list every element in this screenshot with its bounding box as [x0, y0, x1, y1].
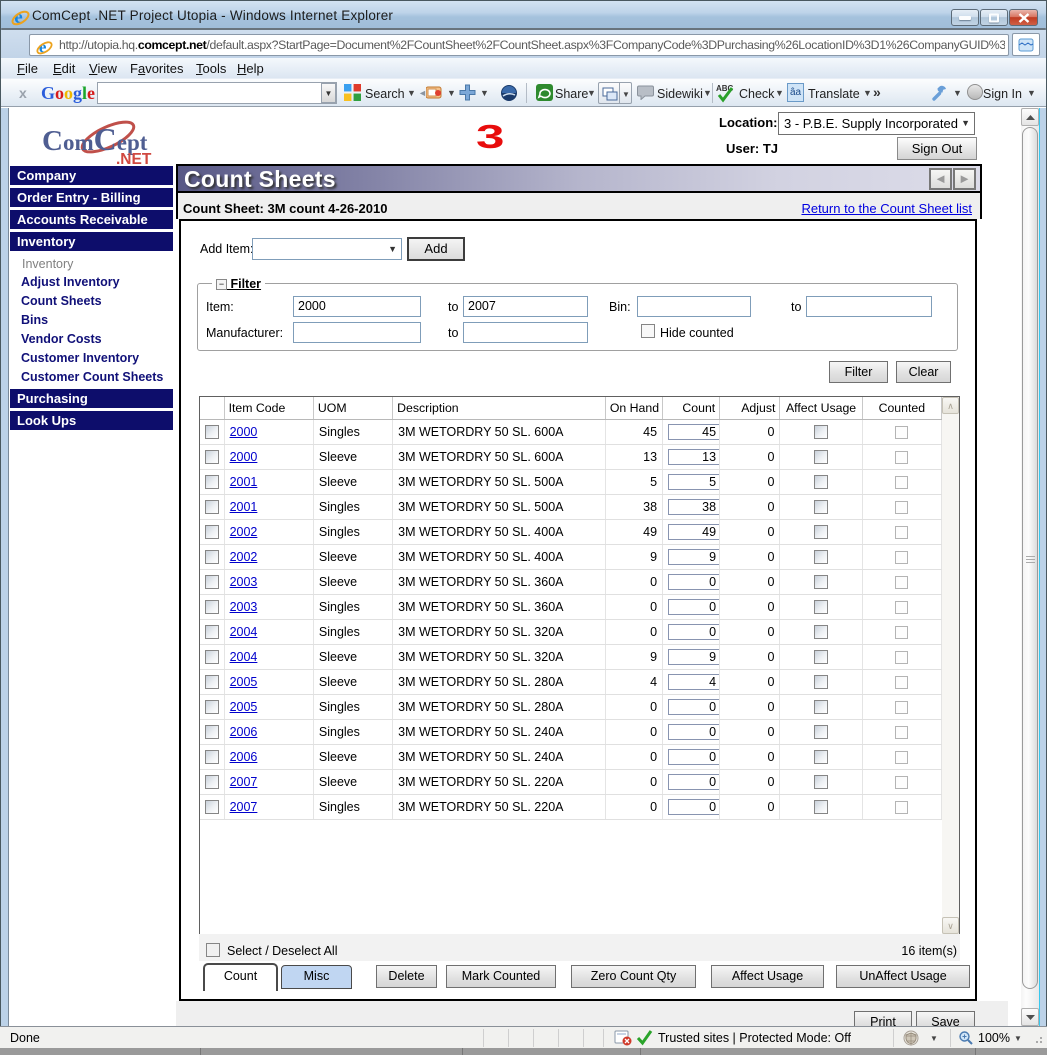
svg-text:.NET: .NET — [116, 151, 152, 166]
